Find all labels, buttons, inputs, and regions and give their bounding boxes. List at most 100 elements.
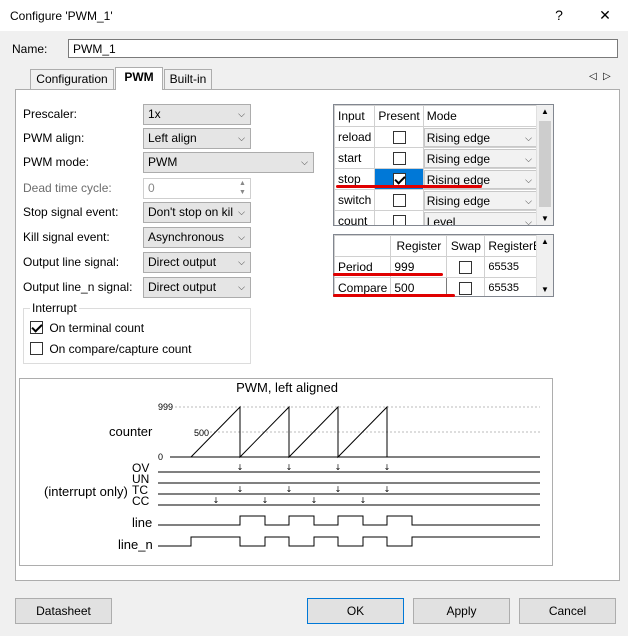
output-line-select[interactable]: Direct output ⌵ [143, 252, 251, 273]
chevron-down-icon: ⌵ [525, 216, 532, 226]
tab-pwm[interactable]: PWM [115, 67, 163, 90]
ok-button[interactable]: OK [307, 598, 404, 624]
title-bar: Configure 'PWM_1' ? ✕ [0, 0, 628, 31]
line-waveform [158, 515, 540, 526]
table-header-row: Register Swap RegisterB [334, 235, 553, 257]
annotation-underline [336, 185, 482, 188]
svg-text:↓: ↓ [384, 485, 391, 494]
stop-signal-label: Stop signal event: [23, 205, 119, 219]
close-button[interactable]: ✕ [582, 0, 628, 31]
table-row[interactable]: count Level ⌵ [334, 210, 539, 226]
tick-0: 0 [158, 452, 163, 462]
column-header: Register [390, 235, 448, 257]
output-line-label: Output line signal: [23, 255, 120, 269]
svg-text:↓: ↓ [311, 496, 318, 505]
scrollbar-thumb[interactable] [539, 121, 551, 207]
checkbox-checked-icon [30, 321, 43, 335]
prescaler-select[interactable]: 1x ⌵ [143, 104, 251, 125]
scroll-down-icon[interactable]: ▼ [541, 214, 549, 223]
dead-time-spinner[interactable]: 0 ▲ ▼ [143, 178, 251, 199]
dead-time-label: Dead time cycle: [23, 181, 112, 195]
checkbox-icon [392, 194, 406, 208]
input-name-cell: switch [334, 189, 376, 211]
input-name-cell: start [334, 147, 376, 169]
svg-text:↓: ↓ [286, 463, 293, 472]
table-row[interactable]: reload Rising edge ⌵ [334, 126, 539, 148]
table-row[interactable]: start Rising edge ⌵ [334, 147, 539, 169]
present-cell[interactable] [374, 210, 424, 225]
spinner-arrows-icon: ▲ ▼ [239, 180, 246, 196]
checkbox-icon [392, 131, 406, 145]
dead-time-value: 0 [148, 181, 155, 195]
diagram-title: PWM, left aligned [236, 380, 338, 395]
inputs-scrollbar[interactable]: ▲ ▼ [536, 105, 553, 225]
mode-value: Rising edge [426, 151, 491, 166]
signal-cc-label: CC [132, 494, 150, 508]
swap-cell[interactable] [446, 256, 486, 278]
svg-text:↓: ↓ [286, 485, 293, 494]
kill-signal-label: Kill signal event: [23, 230, 110, 244]
kill-signal-select[interactable]: Asynchronous ⌵ [143, 227, 251, 248]
line-n-label: line_n [118, 537, 153, 552]
mode-cell[interactable]: Rising edge ⌵ [422, 189, 539, 211]
pwm-mode-label: PWM mode: [23, 155, 90, 169]
svg-text:↓: ↓ [237, 463, 244, 472]
tab-built-in[interactable]: Built-in [164, 69, 212, 89]
terminal-count-label: On terminal count [49, 320, 145, 335]
help-icon: ? [555, 7, 563, 23]
name-input[interactable] [68, 39, 618, 58]
prescaler-value: 1x [148, 107, 161, 121]
table-row[interactable]: switch Rising edge ⌵ [334, 189, 539, 211]
mode-cell[interactable]: Rising edge ⌵ [422, 126, 539, 148]
help-button[interactable]: ? [536, 0, 582, 31]
apply-button[interactable]: Apply [413, 598, 510, 624]
scroll-down-icon[interactable]: ▼ [541, 285, 549, 294]
tick-500: 500 [194, 428, 209, 438]
column-header: Present [374, 105, 424, 127]
svg-text:↓: ↓ [335, 463, 342, 472]
cancel-button[interactable]: Cancel [519, 598, 616, 624]
mode-value: Level [426, 214, 456, 226]
window-title: Configure 'PWM_1' [10, 9, 113, 23]
name-label: Name: [12, 42, 48, 56]
registers-table: Register Swap RegisterB Period 999 65535… [333, 234, 554, 297]
event-arrows: ↓ ↓ ↓ ↓ ↓ ↓ ↓ ↓ ↓ ↓ ↓ ↓ [213, 463, 391, 505]
checkbox-icon [392, 152, 406, 166]
line-n-waveform [158, 536, 540, 547]
scroll-up-icon[interactable]: ▲ [541, 107, 549, 116]
tab-scroll-left-icon[interactable]: ◁ [589, 71, 597, 82]
mode-cell[interactable]: Rising edge ⌵ [422, 147, 539, 169]
kill-signal-value: Asynchronous [148, 230, 225, 244]
annotation-underline [333, 273, 443, 276]
registers-scrollbar[interactable]: ▲ ▼ [536, 235, 553, 296]
output-line-n-label: Output line_n signal: [23, 280, 133, 294]
output-line-n-value: Direct output [148, 280, 217, 294]
mode-value: Rising edge [426, 193, 491, 208]
mode-cell[interactable]: Level ⌵ [422, 210, 539, 226]
scroll-up-icon[interactable]: ▲ [541, 237, 549, 246]
datasheet-button[interactable]: Datasheet [15, 598, 112, 624]
stop-signal-select[interactable]: Don't stop on kil ⌵ [143, 202, 251, 223]
interrupt-only-label: (interrupt only) [44, 484, 128, 499]
annotation-underline [333, 294, 455, 297]
output-line-n-select[interactable]: Direct output ⌵ [143, 277, 251, 298]
tab-configuration[interactable]: Configuration [30, 69, 114, 89]
prescaler-label: Prescaler: [23, 107, 78, 121]
pwm-align-select[interactable]: Left align ⌵ [143, 128, 251, 149]
compare-capture-label: On compare/capture count [49, 341, 192, 356]
compare-capture-checkbox[interactable]: On compare/capture count [30, 341, 191, 356]
chevron-down-icon: ⌵ [525, 132, 532, 143]
pwm-mode-select[interactable]: PWM ⌵ [143, 152, 314, 173]
checkbox-icon [392, 215, 406, 225]
svg-text:↓: ↓ [335, 485, 342, 494]
input-name-cell: count [334, 210, 376, 225]
present-cell[interactable] [374, 189, 424, 211]
interrupt-title: Interrupt [30, 301, 79, 315]
line-label: line [132, 515, 152, 530]
present-cell[interactable] [374, 147, 424, 169]
present-cell[interactable] [374, 126, 424, 148]
terminal-count-checkbox[interactable]: On terminal count [30, 320, 144, 335]
counter-label: counter [109, 424, 153, 439]
timing-diagram-svg: PWM, left aligned counter 999 500 0 OV U… [44, 380, 540, 552]
tab-scroll-right-icon[interactable]: ▷ [603, 71, 611, 82]
